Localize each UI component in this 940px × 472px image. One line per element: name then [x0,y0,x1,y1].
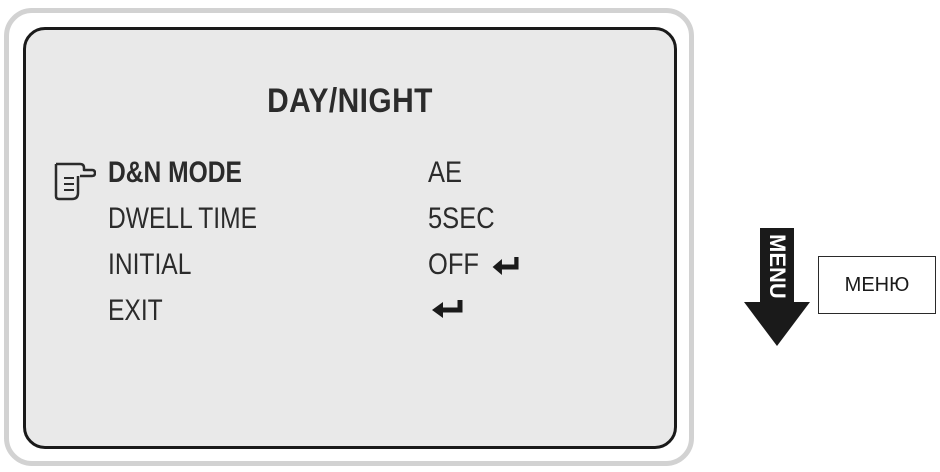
menu-callout-label: МЕНЮ [818,256,936,314]
menu-item-label: DWELL TIME [108,202,257,235]
menu-item-value-wrap: OFF [428,248,522,282]
instruction-figure: DAY/NIGHT D&N MODE AE DWELL TIME 5SEC IN… [0,0,940,472]
menu-button[interactable]: MENU [742,228,812,348]
osd-menu-title: DAY/NIGHT [267,82,433,120]
menu-item-exit[interactable]: EXIT [26,294,674,334]
menu-item-value: OFF [428,248,479,281]
menu-item-dwell-time[interactable]: DWELL TIME 5SEC [26,202,674,242]
menu-item-label: EXIT [108,294,163,327]
osd-menu-screen: DAY/NIGHT D&N MODE AE DWELL TIME 5SEC IN… [23,27,677,449]
menu-button-label: MENU [765,234,790,299]
menu-item-dn-mode[interactable]: D&N MODE AE [26,156,674,196]
menu-item-label: D&N MODE [108,156,242,189]
osd-monitor-frame: DAY/NIGHT D&N MODE AE DWELL TIME 5SEC IN… [4,8,694,466]
menu-item-label: INITIAL [108,248,192,281]
menu-item-value: 5SEC [428,202,495,235]
menu-item-initial[interactable]: INITIAL OFF [26,248,674,288]
enter-return-icon [492,257,519,276]
menu-item-value: AE [428,156,463,189]
enter-return-icon [432,300,463,318]
